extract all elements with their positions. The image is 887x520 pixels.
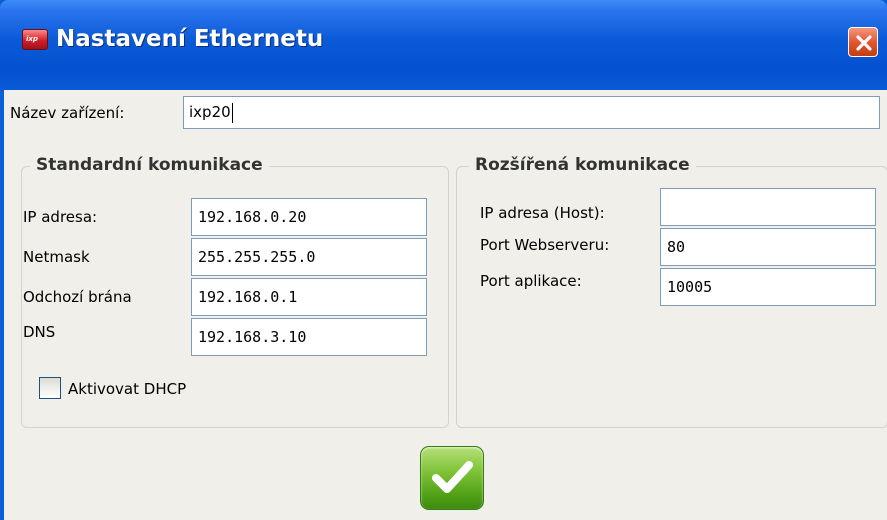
webserver-port-label: Port Webserveru: xyxy=(480,236,610,254)
device-name-label: Název zařízení: xyxy=(10,104,125,122)
netmask-label: Netmask xyxy=(23,248,90,266)
dns-label: DNS xyxy=(23,323,56,341)
device-name-value: ixp20 xyxy=(189,103,231,121)
ip-address-input[interactable]: 192.168.0.20 xyxy=(191,198,427,236)
dhcp-checkbox[interactable] xyxy=(39,377,61,399)
dialog-body: Název zařízení: ixp20 Standardní komunik… xyxy=(4,90,887,520)
netmask-input[interactable]: 255.255.255.0 xyxy=(191,238,427,276)
close-button[interactable] xyxy=(848,27,878,57)
host-ip-input[interactable] xyxy=(660,188,876,226)
device-name-row: Název zařízení: ixp20 xyxy=(4,90,887,130)
confirm-button[interactable] xyxy=(420,446,484,510)
app-port-input[interactable]: 10005 xyxy=(660,268,876,306)
gateway-input[interactable]: 192.168.0.1 xyxy=(191,278,427,316)
webserver-port-input[interactable]: 80 xyxy=(660,228,876,266)
standard-communication-legend: Standardní komunikace xyxy=(30,155,269,175)
device-name-input[interactable]: ixp20 xyxy=(183,96,880,129)
host-ip-label: IP adresa (Host): xyxy=(480,204,605,222)
extended-communication-legend: Rozšířená komunikace xyxy=(469,155,696,175)
app-port-label: Port aplikace: xyxy=(480,272,582,290)
dns-input[interactable]: 192.168.3.10 xyxy=(191,318,427,356)
title-bar[interactable]: ixp Nastavení Ethernetu xyxy=(0,0,887,90)
dhcp-label[interactable]: Aktivovat DHCP xyxy=(68,380,186,398)
app-icon: ixp xyxy=(22,29,48,50)
window-title: Nastavení Ethernetu xyxy=(56,26,324,52)
close-icon xyxy=(856,35,872,51)
ethernet-settings-window: ixp Nastavení Ethernetu Název zařízení: … xyxy=(0,0,887,520)
gateway-label: Odchozí brána xyxy=(23,288,132,306)
checkmark-icon xyxy=(432,461,473,493)
text-caret xyxy=(231,102,233,123)
ip-address-label: IP adresa: xyxy=(23,208,98,226)
